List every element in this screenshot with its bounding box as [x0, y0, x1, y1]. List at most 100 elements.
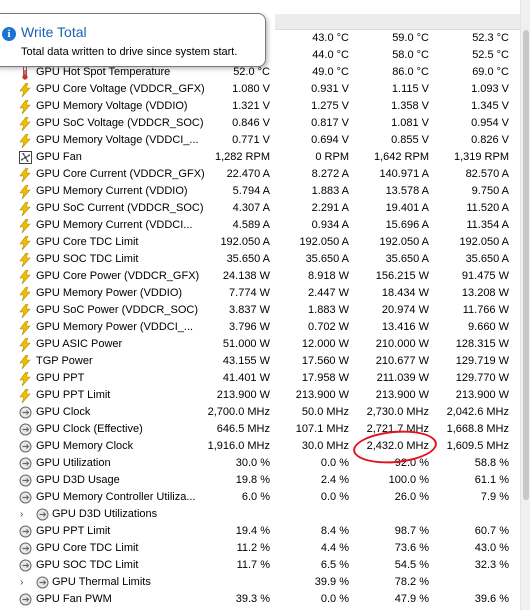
- sensor-row[interactable]: GPU Memory Clock 1,916.0 MHz 30.0 MHz 2,432…: [0, 438, 520, 455]
- sensor-value-minimum: 107.1 MHz: [295, 423, 349, 435]
- sensor-value-minimum: 0.0 %: [320, 593, 349, 605]
- vertical-scrollbar[interactable]: [520, 0, 530, 610]
- lightning-icon: [19, 185, 33, 199]
- sensor-value-maximum: 47.9 %: [394, 593, 429, 605]
- sensor-value-average: 1.345 V: [471, 100, 509, 112]
- scrollbar-thumb[interactable]: [523, 30, 529, 500]
- sensor-value-minimum: 49.0 °C: [312, 66, 349, 78]
- sensor-value-current: 19.8 %: [235, 474, 270, 486]
- sensor-row[interactable]: GPU Core Current (VDDCR_GFX) 22.470 A 8.27…: [0, 166, 520, 183]
- sensor-value-minimum: 0.817 V: [311, 117, 349, 129]
- sensor-value-maximum: 0.855 V: [391, 134, 429, 146]
- sensor-row[interactable]: GPU SoC Voltage (VDDCR_SOC) 0.846 V 0.817 …: [0, 115, 520, 132]
- clock-icon: [19, 542, 33, 556]
- sensor-value-minimum: 50.0 MHz: [301, 406, 349, 418]
- clock-icon: [36, 508, 50, 522]
- sensor-value-maximum: 98.7 %: [394, 525, 429, 537]
- sensor-value-maximum: 15.696 A: [385, 219, 429, 231]
- sensor-value-minimum: 35.650 A: [305, 253, 349, 265]
- sensor-value-average: 91.475 W: [461, 270, 509, 282]
- sensor-value-minimum: 12.000 W: [301, 338, 349, 350]
- sensor-value-current: 3.796 W: [229, 321, 270, 333]
- sensor-row[interactable]: TGP Power 43.155 W 17.560 W 210.677 W 129.71…: [0, 353, 520, 370]
- sensor-value-maximum: 1.081 V: [391, 117, 429, 129]
- lightning-icon: [19, 304, 33, 318]
- sensor-value-current: 0.846 V: [232, 117, 270, 129]
- lightning-icon: [19, 219, 33, 233]
- sensor-row[interactable]: GPU PPT Limit 213.900 W 213.900 W 213.900 W…: [0, 387, 520, 404]
- sensor-row[interactable]: GPU Fan 1,282 RPM 0 RPM 1,642 RPM 1,319 RPM: [0, 149, 520, 166]
- sensor-value-average: 1,668.8 MHz: [446, 423, 509, 435]
- sensor-value-minimum: 2.447 W: [308, 287, 349, 299]
- sensor-value-minimum: 0.934 A: [311, 219, 349, 231]
- sensor-group-row[interactable]: › GPU D3D Utilizations: [0, 506, 520, 523]
- sensor-row[interactable]: GPU SOC TDC Limit 11.7 % 6.5 % 54.5 % 32.3 %: [0, 557, 520, 574]
- sensor-value-average: 0.954 V: [471, 117, 509, 129]
- sensor-value-current: 24.138 W: [222, 270, 270, 282]
- sensor-value-maximum: 13.578 A: [385, 185, 429, 197]
- sensor-value-current: 39.3 %: [235, 593, 270, 605]
- sensor-value-maximum: 140.971 A: [379, 168, 429, 180]
- sensor-value-current: 19.4 %: [235, 525, 270, 537]
- sensor-row[interactable]: GPU Memory Voltage (VDDCI_... 0.771 V 0.69…: [0, 132, 520, 149]
- sensor-row[interactable]: GPU Memory Controller Utiliza... 6.0 % 0.0…: [0, 489, 520, 506]
- sensor-value-average: 1,319 RPM: [453, 151, 509, 163]
- sensor-value-maximum: 35.650 A: [385, 253, 429, 265]
- sensor-row[interactable]: GPU Memory Power (VDDIO) 7.774 W 2.447 W 18…: [0, 285, 520, 302]
- sensor-value-average: 58.8 %: [474, 457, 509, 469]
- clock-icon: [36, 576, 50, 590]
- lightning-icon: [19, 338, 33, 352]
- sensor-row[interactable]: GPU Memory Current (VDDCI... 4.589 A 0.934…: [0, 217, 520, 234]
- sensor-group-row[interactable]: › GPU Thermal Limits 39.9 % 78.2 %: [0, 574, 520, 591]
- sensor-row[interactable]: GPU ASIC Power 51.000 W 12.000 W 210.000 W1…: [0, 336, 520, 353]
- sensor-row[interactable]: GPU SoC Power (VDDCR_SOC) 3.837 W 1.883 W2…: [0, 302, 520, 319]
- sensor-value-average: 128.315 W: [455, 338, 509, 350]
- sensor-row[interactable]: GPU Memory Current (VDDIO) 5.794 A 1.883 A…: [0, 183, 520, 200]
- chevron-right-icon[interactable]: ›: [20, 574, 23, 591]
- sensor-value-minimum: 0.931 V: [311, 83, 349, 95]
- sensor-value-average: 9.660 W: [468, 321, 509, 333]
- lightning-icon: [19, 100, 33, 114]
- clock-icon: [19, 474, 33, 488]
- sensor-row[interactable]: GPU Core TDC Limit 192.050 A 192.050 A 192.…: [0, 234, 520, 251]
- sensor-value-current: 43.155 W: [222, 355, 270, 367]
- tooltip-title: Write Total: [21, 24, 87, 40]
- sensor-value-minimum: 192.050 A: [299, 236, 349, 248]
- sensor-value-current: 1.080 V: [232, 83, 270, 95]
- sensor-row[interactable]: GPU SoC Current (VDDCR_SOC) 4.307 A 2.291 …: [0, 200, 520, 217]
- info-icon: i: [2, 27, 16, 41]
- sensor-value-minimum: 2.4 %: [320, 474, 349, 486]
- lightning-icon: [19, 355, 33, 369]
- chevron-right-icon[interactable]: ›: [20, 506, 23, 523]
- sensor-row[interactable]: GPU SOC TDC Limit 35.650 A 35.650 A 35.650 …: [0, 251, 520, 268]
- sensor-value-current: 7.774 W: [229, 287, 270, 299]
- sensor-row[interactable]: GPU Clock (Effective) 646.5 MHz 107.1 MHz 2…: [0, 421, 520, 438]
- sensor-row[interactable]: GPU Core Power (VDDCR_GFX) 24.138 W 8.918 …: [0, 268, 520, 285]
- sensor-row[interactable]: GPU Memory Power (VDDCI_... 3.796 W 0.702 …: [0, 319, 520, 336]
- sensor-row[interactable]: GPU Core Voltage (VDDCR_GFX) 1.080 V 0.931…: [0, 81, 520, 98]
- sensor-row[interactable]: GPU D3D Usage 19.8 % 2.4 % 100.0 % 61.1 %: [0, 472, 520, 489]
- tooltip: i Write Total Total data written to driv…: [0, 13, 266, 67]
- sensor-value-average: 13.208 W: [461, 287, 509, 299]
- sensor-list: 43.0 °C 59.0 °C 52.3 °C 44.0 °C 58.0 °C 52.5 …: [0, 0, 520, 610]
- sensor-row[interactable]: GPU PPT Limit 19.4 % 8.4 % 98.7 % 60.7 %: [0, 523, 520, 540]
- sensor-value-average: 7.9 %: [480, 491, 509, 503]
- clock-icon: [19, 457, 33, 471]
- sensor-value-current: 11.2 %: [236, 542, 270, 554]
- sensor-row[interactable]: GPU Fan PWM 39.3 % 0.0 % 47.9 % 39.6 %: [0, 591, 520, 608]
- sensor-value-minimum: 4.4 %: [320, 542, 349, 554]
- sensor-value-average: 11.520 A: [466, 202, 509, 214]
- sensor-row[interactable]: GPU Utilization 30.0 % 0.0 % 92.0 % 58.8 %: [0, 455, 520, 472]
- sensor-value-minimum: 2.291 A: [311, 202, 349, 214]
- sensor-value-current: 4.307 A: [232, 202, 270, 214]
- sensor-value-maximum: 78.2 %: [394, 576, 429, 588]
- sensor-value-current: 35.650 A: [226, 253, 270, 265]
- sensor-value-maximum: 192.050 A: [379, 236, 429, 248]
- sensor-row[interactable]: GPU Memory Voltage (VDDIO) 1.321 V 1.275 V…: [0, 98, 520, 115]
- sensor-row[interactable]: GPU PPT 41.401 W 17.958 W 211.039 W 129.770 …: [0, 370, 520, 387]
- sensor-value-average: 39.6 %: [474, 593, 509, 605]
- sensor-value-maximum: 20.974 W: [381, 304, 429, 316]
- sensor-row[interactable]: GPU Core TDC Limit 11.2 % 4.4 % 73.6 % 43.0 …: [0, 540, 520, 557]
- sensor-value-maximum: 1.115 V: [391, 83, 429, 95]
- sensor-row[interactable]: GPU Clock 2,700.0 MHz 50.0 MHz 2,730.0 MHz 2…: [0, 404, 520, 421]
